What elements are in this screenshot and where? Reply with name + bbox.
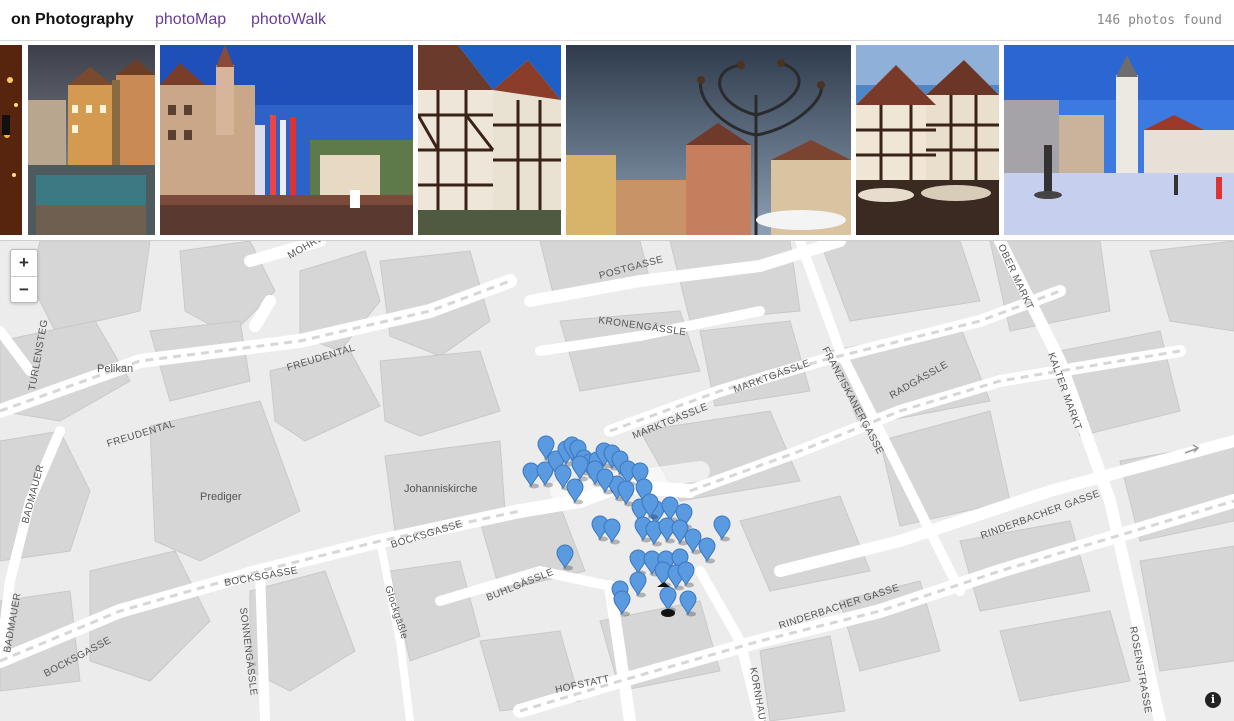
photo-marker-icon[interactable] (571, 455, 589, 481)
map-tiles[interactable]: MOHRENGASSE POSTGASSE KRONENGÄSSLE FREUD… (0, 241, 1234, 721)
photo-fountain[interactable] (28, 45, 155, 235)
photo-marker-icon[interactable] (684, 528, 702, 554)
photo-count: 146 photos found (1096, 13, 1222, 28)
place-label-prediger: Prediger (200, 491, 242, 503)
nav-photomap-link[interactable]: photoMap (155, 11, 226, 29)
photo-marker-icon[interactable] (661, 496, 679, 522)
photo-lights[interactable] (0, 45, 22, 235)
photo-marker-icon[interactable] (629, 571, 647, 597)
photo-strip[interactable] (0, 41, 1234, 241)
zoom-out-button[interactable]: − (11, 276, 37, 303)
photo-marker-icon[interactable] (522, 462, 540, 488)
photo-town-square[interactable] (1004, 45, 1234, 235)
photo-marker-icon[interactable] (698, 537, 716, 563)
photo-marker-icon[interactable] (713, 515, 731, 541)
zoom-control: + − (10, 249, 38, 303)
photo-half-timbered[interactable] (418, 45, 561, 235)
place-label-johanniskirche: Johanniskirche (404, 483, 477, 495)
place-label-pelikan: Pelikan (97, 363, 133, 375)
info-icon[interactable]: i (1205, 692, 1221, 708)
top-bar: on Photography photoMap photoWalk 146 ph… (0, 0, 1234, 41)
zoom-in-button[interactable]: + (11, 250, 37, 276)
photo-marker-icon[interactable] (629, 549, 647, 575)
photo-timber-cafe[interactable] (856, 45, 999, 235)
nav-photowalk-link[interactable]: photoWalk (251, 11, 326, 29)
photo-marketplace[interactable] (160, 45, 413, 235)
photo-map[interactable]: MOHRENGASSE POSTGASSE KRONENGÄSSLE FREUD… (0, 241, 1234, 721)
brand-title[interactable]: on Photography (11, 11, 134, 29)
photo-sculpture[interactable] (566, 45, 851, 235)
